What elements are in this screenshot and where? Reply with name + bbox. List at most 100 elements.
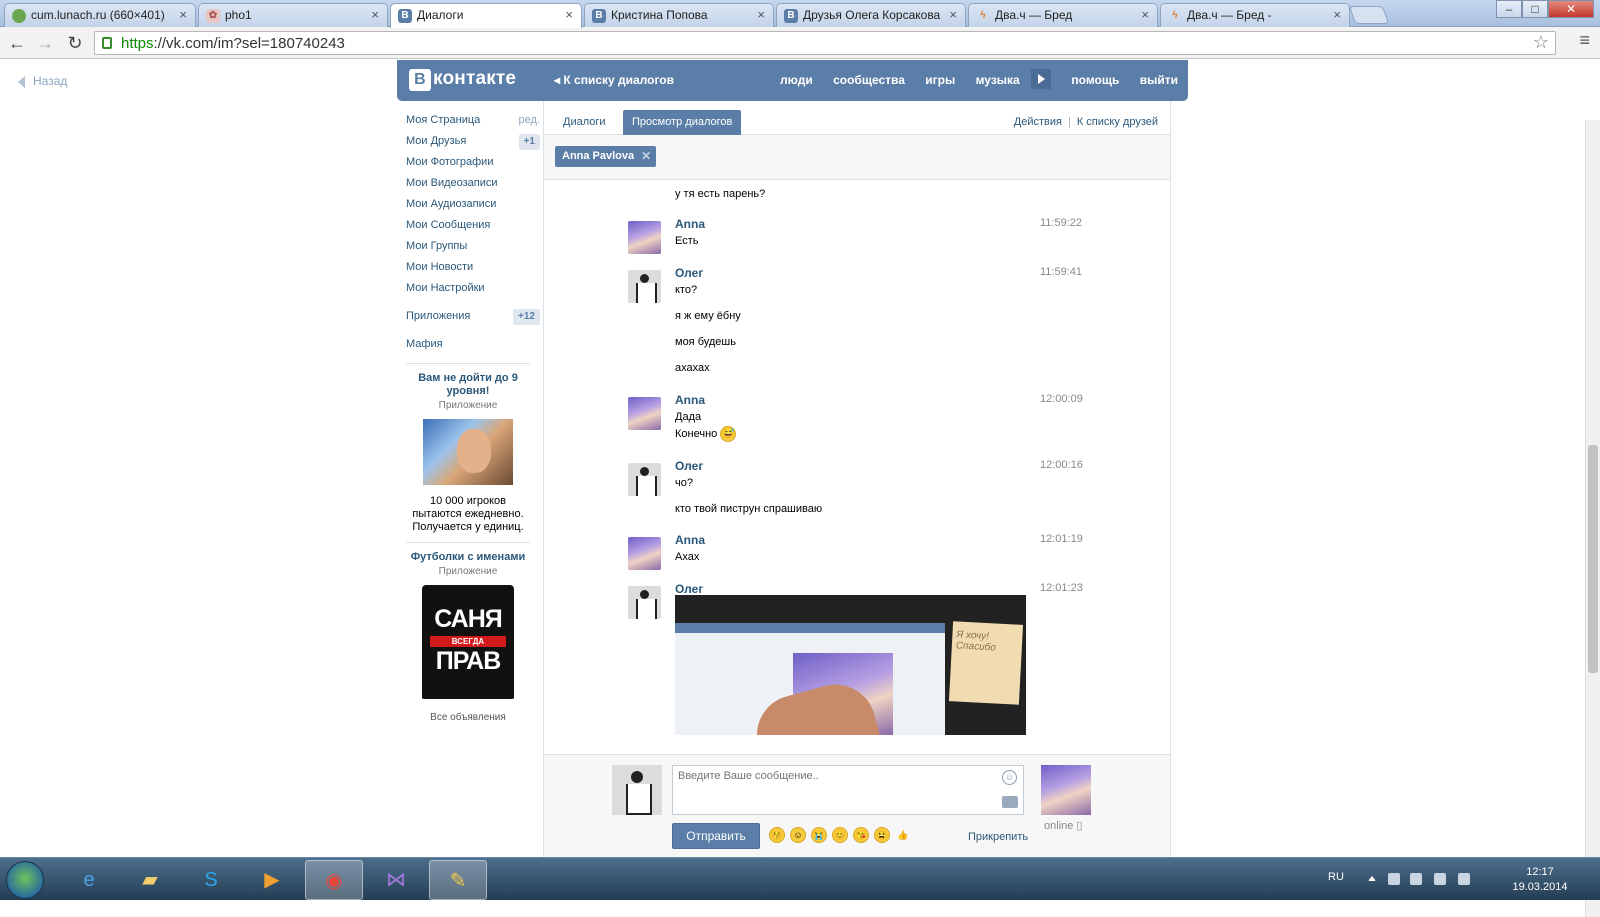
avatar[interactable] (628, 270, 661, 303)
my-avatar[interactable] (612, 765, 662, 815)
new-tab-button[interactable] (1348, 6, 1390, 24)
signal-icon[interactable] (1458, 873, 1470, 885)
ie-icon[interactable]: e (60, 860, 118, 900)
attach-link[interactable]: Прикрепить (968, 831, 1028, 843)
attached-photo[interactable]: Я хочу! Спасибо (675, 595, 1026, 735)
tab-close-icon[interactable]: × (179, 4, 187, 26)
emoji-cry-icon[interactable]: 😭 (811, 827, 827, 843)
edit-link[interactable]: ред. (519, 110, 540, 131)
nav-help[interactable]: помощь (1071, 73, 1119, 87)
menu-my-videos[interactable]: Мои Видеозаписи (406, 173, 540, 194)
message-input[interactable] (672, 765, 1024, 815)
browser-tab-dvach-1[interactable]: ϟ Два.ч — Бред × (968, 3, 1158, 27)
menu-my-groups[interactable]: Мои Группы (406, 236, 540, 257)
ad-tshirts[interactable]: Футболки с именами Приложение САНЯ ВСЕГД… (406, 551, 540, 699)
tab-dialogs[interactable]: Диалоги (554, 110, 615, 135)
to-friends-link[interactable]: К списку друзей (1077, 116, 1158, 128)
all-ads-link[interactable]: Все объявления (406, 712, 540, 723)
nav-communities[interactable]: сообщества (833, 73, 905, 87)
nav-logout[interactable]: выйти (1140, 73, 1178, 87)
nav-games[interactable]: игры (925, 73, 955, 87)
network-device-icon[interactable] (1410, 873, 1422, 885)
menu-my-page[interactable]: Моя Страница ред. (406, 110, 540, 131)
visual-studio-icon[interactable]: ⋈ (367, 860, 425, 900)
emoji-picker-icon[interactable]: ☺ (1002, 770, 1017, 785)
menu-my-settings[interactable]: Мои Настройки (406, 278, 540, 299)
emoji-kiss-icon[interactable]: 😚 (769, 827, 785, 843)
back-arrow-icon[interactable]: ← (6, 32, 28, 54)
emoji-thumbs-up-icon[interactable]: 👍 (895, 828, 911, 844)
chrome-menu-icon[interactable]: ≡ (1579, 30, 1590, 51)
start-button[interactable] (6, 861, 44, 899)
clock[interactable]: 12:17 19.03.2014 (1510, 865, 1570, 895)
message-author[interactable]: Олег (675, 582, 703, 596)
avatar[interactable] (628, 397, 661, 430)
back-link[interactable]: Назад (18, 74, 67, 88)
menu-my-messages[interactable]: Мои Сообщения (406, 215, 540, 236)
ad-game[interactable]: Вам не дойти до 9 уровня! Приложение 10 … (406, 372, 540, 534)
peer-chip[interactable]: Anna Pavlova ✕ (555, 146, 657, 167)
url-input[interactable]: https://vk.com/im?sel=180740243 ☆ (94, 31, 1556, 55)
message-author[interactable]: Олег (675, 266, 703, 280)
ad-title[interactable]: Вам не дойти до 9 уровня! (406, 372, 530, 398)
message-author[interactable]: Anna (675, 217, 705, 231)
vk-logo[interactable]: Вконтакте (409, 68, 516, 91)
language-indicator[interactable]: RU (1328, 871, 1344, 883)
tab-close-icon[interactable]: × (949, 4, 957, 26)
folder-icon[interactable]: ▰ (121, 860, 179, 900)
forward-arrow-icon[interactable]: → (34, 32, 56, 54)
media-player-icon[interactable]: ▶ (243, 860, 301, 900)
avatar[interactable] (628, 537, 661, 570)
skype-icon[interactable]: S (182, 860, 240, 900)
bookmark-star-icon[interactable]: ☆ (1533, 32, 1549, 53)
reload-icon[interactable]: ↻ (64, 32, 86, 54)
camera-icon[interactable] (1002, 796, 1018, 808)
ad-title[interactable]: Футболки с именами (406, 551, 530, 564)
scrollbar-thumb[interactable] (1588, 445, 1598, 673)
browser-tab-pho1[interactable]: ✿ pho1 × (198, 3, 388, 27)
emoji-smile-icon[interactable]: ☺ (790, 827, 806, 843)
minimize-button[interactable]: – (1496, 0, 1522, 18)
peer-avatar[interactable] (1041, 765, 1091, 815)
menu-my-audio[interactable]: Мои Аудиозаписи (406, 194, 540, 215)
nav-music[interactable]: музыка (976, 73, 1020, 87)
emoji-tired-icon[interactable]: 😫 (874, 827, 890, 843)
message-author[interactable]: Олег (675, 459, 703, 473)
browser-tab-kristina[interactable]: В Кристина Попова × (584, 3, 774, 27)
menu-apps[interactable]: Приложения +12 (406, 306, 540, 327)
message-author[interactable]: Anna (675, 393, 705, 407)
actions-link[interactable]: Действия (1014, 116, 1062, 128)
menu-my-photos[interactable]: Мои Фотографии (406, 152, 540, 173)
browser-tab-lunach[interactable]: cum.lunach.ru (660×401) × (4, 3, 196, 27)
message-history[interactable]: у тя есть парень? Anna 11:59:22 Есть Оле… (544, 181, 1170, 756)
tab-close-icon[interactable]: × (757, 4, 765, 26)
browser-tab-dvach-2[interactable]: ϟ Два.ч — Бред - × (1160, 3, 1350, 27)
nav-people[interactable]: люди (780, 73, 813, 87)
tab-view-dialogs[interactable]: Просмотр диалогов (623, 110, 742, 135)
tab-close-icon[interactable]: × (371, 4, 379, 26)
avatar[interactable] (628, 463, 661, 496)
to-dialog-list-link[interactable]: ◂ К списку диалогов (554, 73, 674, 87)
page-scrollbar[interactable] (1585, 120, 1600, 917)
volume-icon[interactable] (1434, 873, 1446, 885)
message-author[interactable]: Anna (675, 533, 705, 547)
emoji-blush-icon[interactable]: 😊 (832, 827, 848, 843)
action-center-icon[interactable] (1388, 873, 1400, 885)
avatar[interactable] (628, 586, 661, 619)
menu-mafia[interactable]: Мафия (406, 334, 540, 355)
avatar[interactable] (628, 221, 661, 254)
tshirt-image[interactable]: САНЯ ВСЕГДА ПРАВ (422, 585, 514, 699)
ad-image[interactable] (423, 419, 513, 485)
close-window-button[interactable]: ✕ (1548, 0, 1594, 18)
chrome-icon[interactable]: ◉ (305, 860, 363, 900)
close-icon[interactable]: ✕ (641, 146, 651, 167)
menu-my-news[interactable]: Мои Новости (406, 257, 540, 278)
send-button[interactable]: Отправить (672, 823, 760, 849)
maximize-button[interactable]: □ (1522, 0, 1548, 18)
emoji-wink-kiss-icon[interactable]: 😘 (853, 827, 869, 843)
browser-tab-friends-oleg[interactable]: В Друзья Олега Корсакова × (776, 3, 966, 27)
menu-my-friends[interactable]: Мои Друзья +1 (406, 131, 540, 152)
tab-close-icon[interactable]: × (1333, 4, 1341, 26)
paint-icon[interactable]: ✎ (429, 860, 487, 900)
play-icon[interactable] (1031, 69, 1052, 89)
